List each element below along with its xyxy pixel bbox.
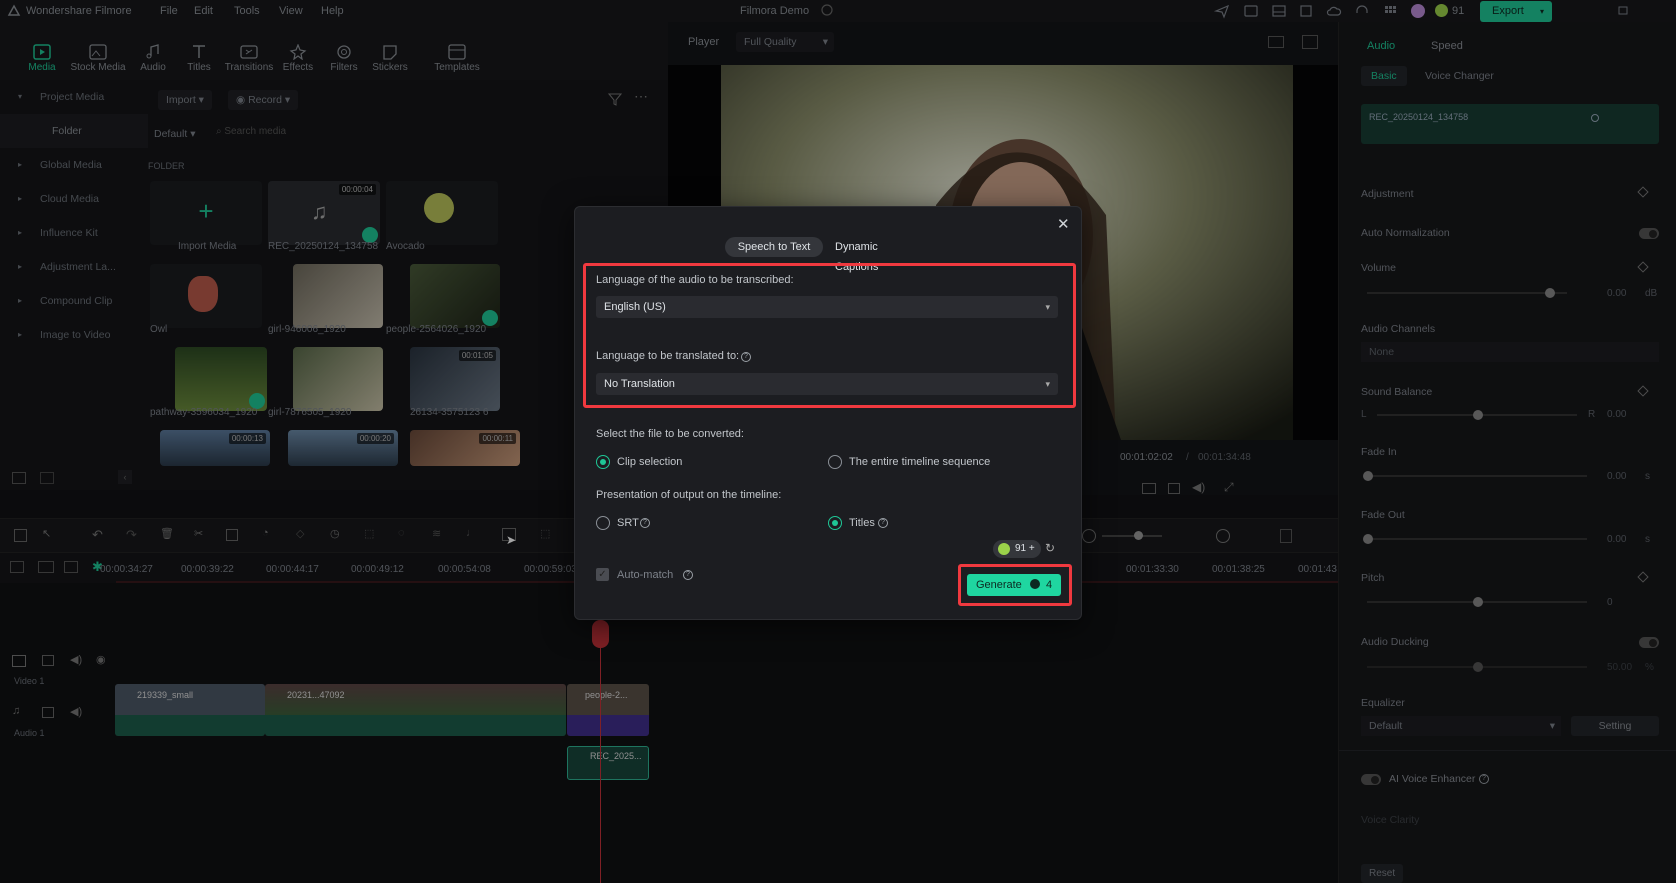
titles-label: Titles <box>849 517 875 529</box>
generate-cost: 4 <box>1045 579 1053 591</box>
tab-speech-to-text[interactable]: Speech to Text <box>725 237 823 257</box>
close-icon[interactable]: ✕ <box>1057 215 1070 233</box>
file-selection-label: Select the file to be converted: <box>596 428 744 440</box>
clip-selection-radio[interactable] <box>596 455 610 469</box>
help-icon[interactable]: ? <box>640 518 650 528</box>
clip-selection-label: Clip selection <box>617 456 683 468</box>
refresh-icon[interactable]: ↻ <box>1045 541 1055 555</box>
target-language-dropdown[interactable]: No Translation ▾ <box>596 373 1058 395</box>
target-language-label: Language to be translated to: <box>596 350 740 362</box>
source-language-label: Language of the audio to be transcribed: <box>596 274 794 286</box>
generate-button[interactable]: Generate 4 <box>967 574 1061 596</box>
credits-coin-icon <box>998 543 1010 555</box>
credits-pill[interactable]: 91 + <box>993 540 1041 558</box>
source-language-value: English (US) <box>604 301 666 313</box>
credits-coin-icon <box>1029 579 1040 589</box>
generate-label: Generate <box>975 579 1022 591</box>
target-language-value: No Translation <box>604 378 675 390</box>
add-credits-icon: + <box>1028 543 1035 554</box>
entire-timeline-label: The entire timeline sequence <box>849 456 991 468</box>
entire-timeline-radio[interactable] <box>828 455 842 469</box>
source-language-dropdown[interactable]: English (US) ▾ <box>596 296 1058 318</box>
titles-radio[interactable] <box>828 516 842 530</box>
auto-match-checkbox[interactable]: ✓ <box>596 568 609 581</box>
dialog-tabs: Speech to Text Dynamic Captions <box>725 237 933 273</box>
help-icon[interactable]: ? <box>878 518 888 528</box>
srt-label: SRT <box>617 517 639 529</box>
auto-match-label: Auto-match <box>617 569 674 581</box>
chevron-down-icon: ▾ <box>1045 302 1050 312</box>
dialog-credits-count: 91 <box>1015 543 1027 554</box>
help-icon[interactable]: ? <box>741 352 751 362</box>
tab-dynamic-captions[interactable]: Dynamic Captions <box>825 237 933 273</box>
help-icon[interactable]: ? <box>683 570 693 580</box>
chevron-down-icon: ▾ <box>1045 379 1050 389</box>
srt-radio[interactable] <box>596 516 610 530</box>
output-presentation-label: Presentation of output on the timeline: <box>596 489 782 501</box>
speech-to-text-dialog: ✕ Speech to Text Dynamic Captions Langua… <box>574 206 1082 620</box>
